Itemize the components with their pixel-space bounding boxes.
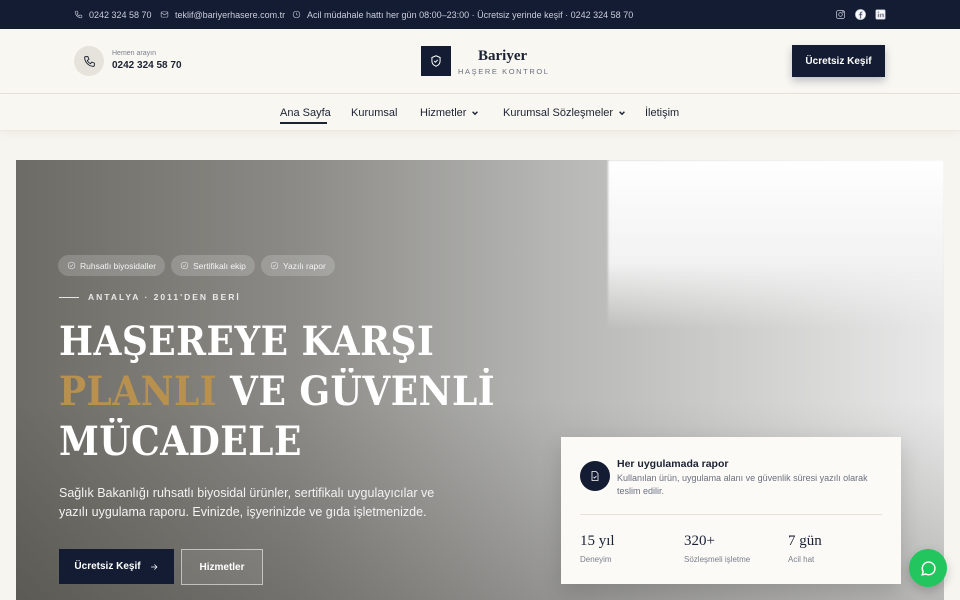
- nav-label: Kurumsal Sözleşmeler: [503, 106, 614, 119]
- stat-label: Sözleşmeli işletme: [684, 555, 751, 564]
- hero-title-line-1: HAŞEREYE KARŞI: [59, 318, 435, 365]
- badge-label: Sertifikalı ekip: [193, 260, 246, 271]
- chevron-down-icon: [619, 110, 625, 115]
- nav-label: Kurumsal: [351, 106, 398, 119]
- hero-title-line-3: MÜCADELE: [59, 418, 302, 465]
- topbar-phone-text: 0242 324 58 70: [89, 9, 152, 20]
- hero-title-rest: VE GÜVENLİ: [217, 368, 496, 415]
- eyebrow-line: [59, 297, 79, 298]
- stat-value: 15 yıl: [580, 533, 615, 549]
- call-label: Hemen arayın: [112, 50, 156, 57]
- card-title: Her uygulamada rapor: [617, 458, 729, 470]
- site-header: Hemen arayın 0242 324 58 70 Bariyer HAŞE…: [0, 29, 960, 94]
- nav-item-home[interactable]: Ana Sayfa: [280, 94, 331, 131]
- main-nav: Ana Sayfa Kurumsal Hizmetler Kurumsal Sö…: [0, 94, 960, 131]
- phone-icon: [83, 55, 95, 67]
- topbar-email-text: teklif@bariyerhasere.com.tr: [175, 9, 286, 20]
- report-icon-circle: [580, 461, 610, 491]
- call-button[interactable]: [74, 46, 104, 76]
- hero-title-highlight: PLANLI: [59, 368, 218, 415]
- hero-badge: Yazılı rapor: [261, 255, 335, 276]
- hero-eyebrow: ANTALYA · 2011'DEN BERİ: [88, 292, 241, 302]
- check-circle-icon: [270, 261, 279, 270]
- check-circle-icon: [67, 261, 76, 270]
- logo-subtitle: HAŞERE KONTROL: [458, 67, 550, 76]
- clock-icon: [292, 10, 301, 19]
- badge-label: Ruhsatlı biyosidaller: [80, 260, 157, 271]
- hero-secondary-button[interactable]: Hizmetler: [181, 549, 263, 585]
- card-description: Kullanılan ürün, uygulama alanı ve güven…: [617, 473, 868, 496]
- arrow-right-icon: [150, 563, 158, 570]
- nav-label: Hizmetler: [420, 106, 467, 119]
- card-divider: [580, 514, 882, 515]
- instagram-icon[interactable]: [835, 9, 846, 20]
- report-info-card: Her uygulamada rapor Kullanılan ürün, uy…: [561, 437, 901, 584]
- stat-label: Deneyim: [580, 555, 612, 564]
- header-cta-button[interactable]: Ücretsiz Keşif: [792, 45, 885, 77]
- topbar-email[interactable]: teklif@bariyerhasere.com.tr: [160, 0, 285, 29]
- nav-label: Ana Sayfa: [280, 106, 331, 119]
- hero-description: Sağlık Bakanlığı ruhsatlı biyosidal ürün…: [59, 486, 435, 519]
- check-circle-icon: [180, 261, 189, 270]
- hero-primary-label: Ücretsiz Keşif: [74, 561, 141, 572]
- mail-icon: [160, 11, 169, 18]
- nav-item-services[interactable]: Hizmetler: [420, 94, 479, 131]
- chat-bubble-icon: [920, 560, 936, 576]
- nav-item-corporate[interactable]: Kurumsal: [351, 94, 397, 131]
- document-check-icon: [591, 471, 599, 481]
- hero-primary-button[interactable]: Ücretsiz Keşif: [59, 549, 174, 584]
- hero-title-line-2: PLANLI VE GÜVENLİ: [59, 370, 495, 414]
- topbar-hours-text: Acil müdahale hattı her gün 08:00–23:00 …: [307, 9, 634, 20]
- logo-name[interactable]: Bariyer: [478, 48, 527, 65]
- logo-mark[interactable]: [421, 46, 451, 76]
- nav-item-contact[interactable]: İletişim: [645, 94, 679, 131]
- linkedin-icon[interactable]: [875, 9, 886, 20]
- phone-icon: [74, 10, 83, 19]
- stat-value: 320+: [684, 533, 715, 549]
- call-phone[interactable]: 0242 324 58 70: [112, 60, 182, 71]
- nav-item-contracts[interactable]: Kurumsal Sözleşmeler: [503, 94, 626, 131]
- hero-badge: Sertifikalı ekip: [171, 255, 255, 276]
- nav-active-indicator: [280, 122, 327, 124]
- topbar-hours: Acil müdahale hattı her gün 08:00–23:00 …: [292, 0, 633, 29]
- top-bar: 0242 324 58 70 teklif@bariyerhasere.com.…: [0, 0, 960, 29]
- badge-label: Yazılı rapor: [283, 260, 326, 271]
- shield-check-icon: [431, 55, 441, 67]
- facebook-icon[interactable]: [855, 9, 866, 20]
- chevron-down-icon: [472, 110, 479, 115]
- nav-label: İletişim: [645, 106, 680, 119]
- whatsapp-button[interactable]: [909, 549, 947, 587]
- stat-label: Acil hat: [788, 555, 815, 564]
- stat-value: 7 gün: [788, 533, 822, 549]
- topbar-phone[interactable]: 0242 324 58 70: [74, 0, 152, 29]
- hero-badge: Ruhsatlı biyosidaller: [58, 255, 166, 276]
